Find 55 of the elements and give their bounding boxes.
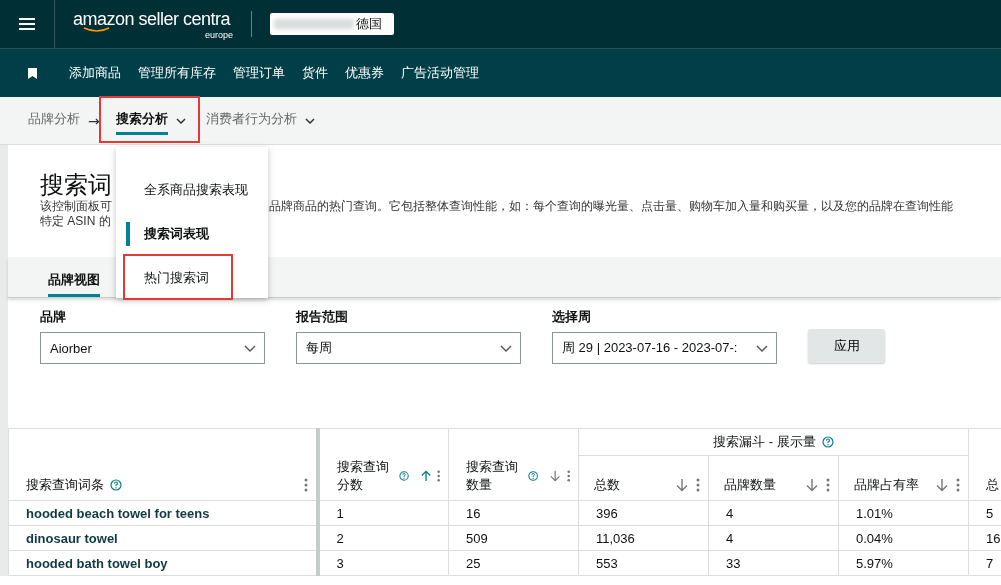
table-cell: 4 bbox=[726, 505, 734, 521]
account-switcher[interactable]: 德国 bbox=[270, 13, 394, 35]
menu-item[interactable]: 搜索词表现 bbox=[126, 222, 209, 246]
description-text: 特定 ASIN 的 bbox=[40, 214, 112, 229]
column-header: 总 bbox=[986, 476, 999, 494]
column-header: 搜索查询数量 bbox=[466, 458, 519, 494]
breadcrumb-tab[interactable]: 品牌分析 bbox=[28, 106, 80, 135]
description-text: 品牌商品的热门查询。它包括整体查询性能，如：每个查询的曝光量、点击量、购物车加入量和购买量，以及您的品牌在查询性能 bbox=[269, 199, 954, 214]
search-term-link[interactable]: dinosaur towel bbox=[26, 530, 118, 546]
field-label: 品牌 bbox=[40, 308, 67, 326]
table-cell: 2 bbox=[336, 530, 344, 546]
dropdown[interactable]: Aiorber bbox=[40, 332, 265, 364]
field-label: 选择周 bbox=[552, 308, 592, 326]
logo-text[interactable]: amazon seller centra bbox=[73, 8, 231, 30]
table-cell: 5 bbox=[986, 505, 994, 521]
logo-subtitle: europe bbox=[204, 30, 233, 40]
table-cell: 11,036 bbox=[596, 530, 635, 546]
menu-item[interactable]: 全系商品搜索表现 bbox=[126, 178, 248, 202]
table-cell: 553 bbox=[596, 555, 618, 571]
dropdown[interactable]: 周 29 | 2023-07-16 - 2023-07-: bbox=[552, 332, 777, 364]
table-cell: 1 bbox=[336, 505, 344, 521]
table-cell: 0.04% bbox=[856, 530, 893, 546]
table-cell: 16 bbox=[986, 530, 1001, 546]
table-cell: 396 bbox=[596, 505, 618, 521]
breadcrumb-tab[interactable]: 消费者行为分析 bbox=[205, 106, 297, 135]
table-cell: 16 bbox=[466, 505, 481, 521]
column-group-header: 搜索漏斗 - 展示量 bbox=[713, 433, 816, 451]
table-cell: 7 bbox=[986, 555, 994, 571]
nav-link[interactable]: 货件 bbox=[302, 64, 328, 82]
column-header: 搜索查询词条 bbox=[26, 476, 104, 494]
table-cell: 33 bbox=[726, 555, 741, 571]
nav-link[interactable]: 广告活动管理 bbox=[401, 64, 479, 82]
table-cell: 3 bbox=[336, 555, 344, 571]
nav-link[interactable]: 管理订单 bbox=[233, 64, 285, 82]
table-cell: 25 bbox=[466, 555, 481, 571]
table-cell: 509 bbox=[466, 530, 488, 546]
nav-link[interactable]: 添加商品 bbox=[69, 64, 121, 82]
dropdown[interactable]: 每周 bbox=[296, 332, 521, 364]
column-header: 品牌数量 bbox=[724, 476, 776, 494]
nav-link[interactable]: 优惠券 bbox=[345, 64, 384, 82]
view-tab[interactable]: 品牌视图 bbox=[48, 271, 100, 297]
description-text: 该控制面板可 bbox=[40, 199, 113, 214]
column-header: 品牌占有率 bbox=[854, 476, 919, 494]
menu-item[interactable]: 热门搜索词 bbox=[126, 266, 209, 290]
breadcrumb-tab[interactable]: 搜索分析 bbox=[115, 106, 168, 135]
apply-button[interactable]: 应用 bbox=[808, 329, 885, 363]
table-cell: 5.97% bbox=[856, 555, 893, 571]
nav-link[interactable]: 管理所有库存 bbox=[138, 64, 216, 82]
column-header: 搜索查询分数 bbox=[336, 458, 390, 494]
table-cell: 4 bbox=[726, 530, 734, 546]
breadcrumb-separator: → bbox=[88, 112, 100, 129]
page-title: 搜索词 bbox=[40, 171, 112, 199]
field-label: 报告范围 bbox=[296, 308, 349, 326]
column-header: 总数 bbox=[594, 476, 620, 494]
table-cell: 1.01% bbox=[856, 505, 893, 521]
